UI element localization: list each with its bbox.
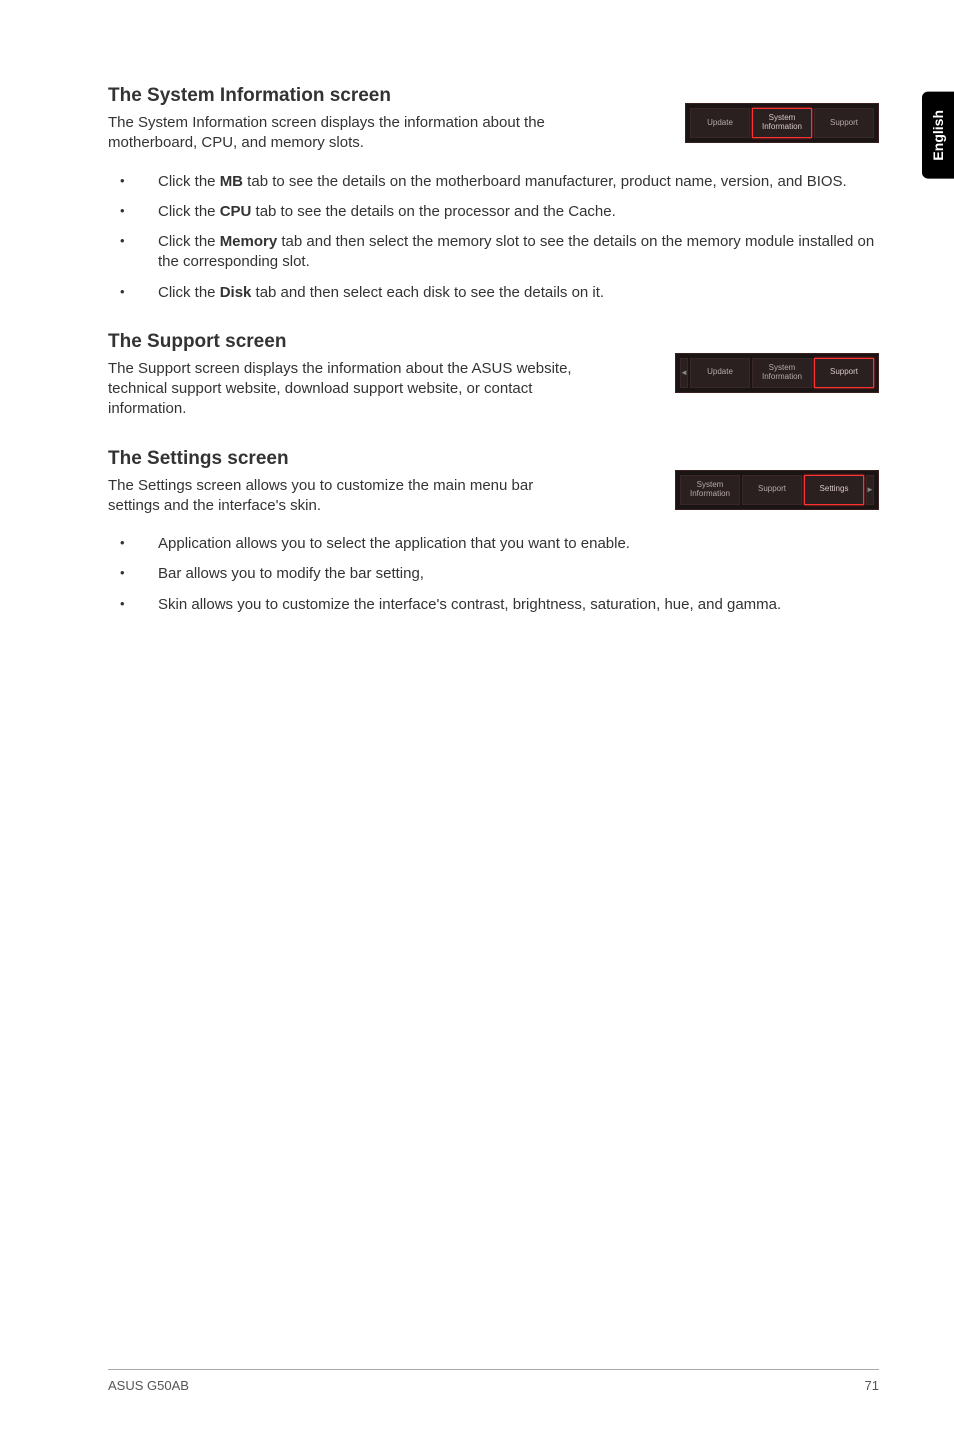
section-system-information: The System Information screen The System… — [108, 85, 879, 303]
tabstrip-settings: System Information Support Settings ► — [675, 470, 879, 510]
footer-product: ASUS G50AB — [108, 1378, 189, 1393]
tab-update[interactable]: Update — [690, 108, 750, 138]
page-footer: ASUS G50AB 71 — [108, 1369, 879, 1393]
arrow-right-icon[interactable]: ► — [866, 475, 874, 505]
bullets-sysinfo: Click the MB tab to see the details on t… — [108, 172, 879, 303]
desc-sysinfo: The System Information screen displays t… — [108, 113, 578, 154]
tab-system-information[interactable]: System Information — [680, 475, 740, 505]
tab-settings[interactable]: Settings — [804, 475, 864, 505]
tabstrip-support: ◄ Update System Information Support — [675, 353, 879, 393]
heading-support: The Support screen — [108, 331, 879, 353]
bullet-disk: Click the Disk tab and then select each … — [108, 283, 879, 303]
bullet-cpu: Click the CPU tab to see the details on … — [108, 202, 879, 222]
tab-system-information[interactable]: System Information — [752, 358, 812, 388]
bullet-memory: Click the Memory tab and then select the… — [108, 232, 879, 273]
bullets-settings: Application allows you to select the app… — [108, 534, 879, 615]
tab-system-information[interactable]: System Information — [752, 108, 812, 138]
section-support: The Support screen The Support screen di… — [108, 331, 879, 420]
footer-page-number: 71 — [865, 1378, 879, 1393]
tabstrip-sysinfo: Update System Information Support — [685, 103, 879, 143]
desc-settings: The Settings screen allows you to custom… — [108, 476, 578, 517]
bullet-mb: Click the MB tab to see the details on t… — [108, 172, 879, 192]
page-content: English The System Information screen Th… — [0, 0, 954, 1438]
bullet-skin: Skin allows you to customize the interfa… — [108, 595, 879, 615]
desc-support: The Support screen displays the informat… — [108, 359, 608, 420]
section-settings: The Settings screen The Settings screen … — [108, 448, 879, 615]
tab-support[interactable]: Support — [814, 358, 874, 388]
bullet-bar: Bar allows you to modify the bar setting… — [108, 564, 879, 584]
arrow-left-icon[interactable]: ◄ — [680, 358, 688, 388]
heading-settings: The Settings screen — [108, 448, 879, 470]
tab-support[interactable]: Support — [742, 475, 802, 505]
tab-update[interactable]: Update — [690, 358, 750, 388]
tab-support[interactable]: Support — [814, 108, 874, 138]
language-tab: English — [922, 92, 954, 179]
bullet-application: Application allows you to select the app… — [108, 534, 879, 554]
